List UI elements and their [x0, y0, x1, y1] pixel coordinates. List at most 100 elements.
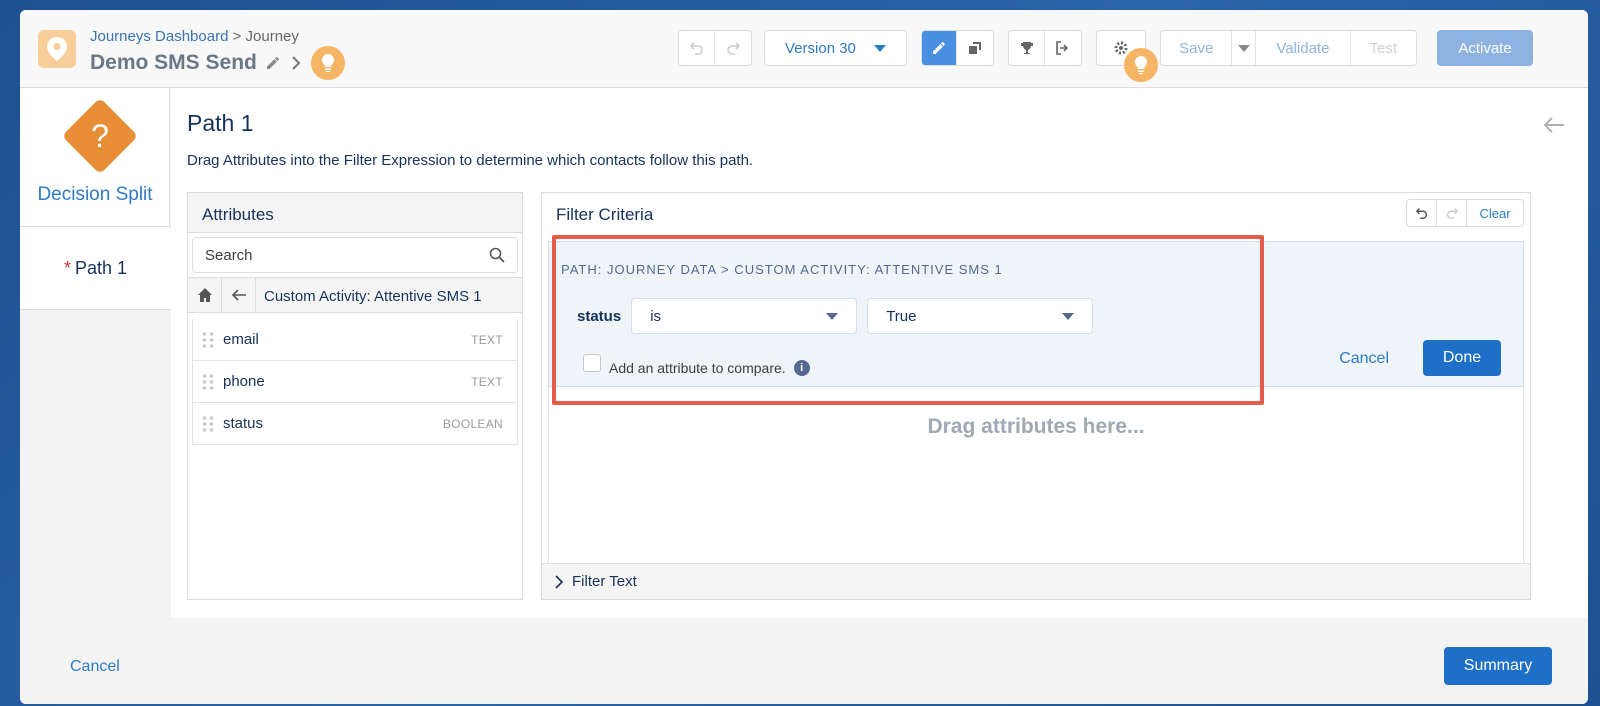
drag-hint: Drag attributes here... [927, 415, 1145, 438]
clear-button[interactable]: Clear [1467, 200, 1523, 226]
operator-select[interactable]: is [631, 298, 858, 334]
filter-title: Filter Criteria [556, 205, 654, 224]
validate-button[interactable]: Validate [1256, 31, 1351, 65]
journey-logo [38, 30, 76, 68]
summary-button[interactable]: Summary [1444, 647, 1552, 685]
journey-title: Demo SMS Send [90, 51, 257, 74]
divider [20, 226, 170, 227]
filter-redo-button[interactable] [1437, 200, 1467, 226]
filter-criteria-panel: Filter Criteria Clear PATH: JOURNEY DATA… [541, 192, 1531, 600]
breadcrumb-dashboard-link[interactable]: Journeys Dashboard [90, 28, 228, 45]
chevron-down-icon [1062, 312, 1075, 320]
copy-mode-button[interactable] [957, 31, 993, 65]
filter-text-label: Filter Text [572, 573, 637, 590]
lightbulb-hint-icon[interactable] [310, 46, 345, 80]
criteria-row: status is True [577, 298, 1094, 334]
current-folder-label: Custom Activity: Attentive SMS 1 [264, 288, 482, 305]
pencil-icon[interactable] [265, 55, 281, 71]
journey-builder-window: Journeys Dashboard > Journey Demo SMS Se… [20, 10, 1588, 704]
edit-mode-button[interactable] [922, 31, 958, 65]
criteria-cancel-link[interactable]: Cancel [1339, 350, 1389, 368]
value-select[interactable]: True [867, 298, 1094, 334]
exit-criteria-button[interactable] [1045, 31, 1081, 65]
decision-split-icon: ? [60, 96, 140, 176]
attribute-name: phone [223, 373, 265, 390]
operator-value: is [650, 307, 662, 325]
attribute-row-email[interactable]: email TEXT [192, 319, 518, 361]
sidebar-item-path-1[interactable]: * Path 1 [20, 228, 171, 310]
search-icon [489, 247, 505, 263]
chevron-right-icon[interactable] [289, 55, 303, 71]
filter-header: Filter Criteria Clear [542, 193, 1530, 233]
filter-text-toggle[interactable]: Filter Text [542, 563, 1530, 599]
compare-attribute-option: Add an attribute to compare. i [583, 354, 810, 376]
save-options-dropdown[interactable] [1232, 31, 1257, 65]
breadcrumb-separator: > [232, 28, 242, 45]
compare-attribute-checkbox[interactable] [583, 354, 601, 372]
drag-handle-icon[interactable] [201, 372, 215, 391]
drag-handle-icon[interactable] [201, 414, 215, 433]
required-mark: * [63, 258, 71, 278]
chevron-down-icon [1237, 44, 1250, 52]
rail-empty-area [20, 310, 170, 618]
back-arrow-icon[interactable] [1542, 110, 1566, 141]
undo-icon [689, 42, 703, 55]
footer-bar: Cancel Summary [20, 618, 1588, 704]
panel-divider [523, 192, 541, 600]
undo-icon [1415, 208, 1427, 219]
lightbulb-hint-icon[interactable] [1124, 48, 1158, 82]
save-validate-test-group: Save Validate Test [1160, 30, 1417, 66]
attribute-type: TEXT [471, 332, 503, 347]
test-button[interactable]: Test [1351, 31, 1416, 65]
attribute-row-phone[interactable]: phone TEXT [192, 361, 518, 403]
mode-toggle-group [921, 30, 994, 66]
exit-icon [1056, 41, 1069, 55]
location-pin-icon [47, 37, 67, 61]
attribute-row-status[interactable]: status BOOLEAN [192, 403, 518, 445]
version-label: Version 30 [785, 39, 856, 57]
back-button[interactable] [222, 278, 256, 312]
chevron-down-icon [874, 44, 886, 52]
redo-button[interactable] [715, 31, 751, 65]
home-button[interactable] [188, 278, 222, 312]
info-icon[interactable]: i [793, 360, 810, 376]
stamp-icon [969, 42, 982, 54]
undo-button[interactable] [679, 31, 716, 65]
undo-redo-group [678, 30, 752, 66]
value-value: True [886, 307, 917, 325]
activity-rail: ? Decision Split * Path 1 [20, 88, 171, 618]
attribute-nav-row: Custom Activity: Attentive SMS 1 [188, 277, 522, 313]
decision-split-label: Decision Split [37, 184, 153, 205]
filter-undo-button[interactable] [1407, 200, 1437, 226]
footer-cancel-link[interactable]: Cancel [70, 658, 120, 676]
drag-handle-icon[interactable] [201, 330, 215, 349]
path-config-panel: Path 1 Drag Attributes into the Filter E… [171, 88, 1588, 618]
attribute-type: BOOLEAN [442, 416, 503, 431]
criteria-path: PATH: JOURNEY DATA > CUSTOM ACTIVITY: AT… [561, 262, 1003, 277]
chevron-down-icon [826, 312, 839, 320]
filter-drop-zone[interactable] [548, 387, 1524, 563]
done-button[interactable]: Done [1423, 340, 1501, 376]
activate-button[interactable]: Activate [1437, 30, 1533, 66]
goal-exit-group [1008, 30, 1082, 66]
page-description: Drag Attributes into the Filter Expressi… [187, 152, 754, 169]
breadcrumb: Journeys Dashboard > Journey [90, 28, 299, 45]
version-dropdown[interactable]: Version 30 [764, 30, 907, 66]
breadcrumb-current: Journey [245, 28, 299, 45]
back-arrow-icon [231, 289, 246, 301]
attribute-type: TEXT [471, 374, 503, 389]
attributes-title: Attributes [188, 193, 522, 233]
criteria-editor: PATH: JOURNEY DATA > CUSTOM ACTIVITY: AT… [548, 241, 1524, 387]
attributes-panel: Attributes Search Custom Activity: Atten… [187, 192, 523, 600]
search-input[interactable]: Search [192, 237, 518, 273]
trophy-icon [1020, 42, 1033, 54]
compare-attribute-label: Add an attribute to compare. [609, 360, 786, 376]
goal-button[interactable] [1009, 31, 1046, 65]
chevron-right-icon [555, 574, 564, 589]
path-label: Path 1 [74, 258, 128, 278]
header-bar: Journeys Dashboard > Journey Demo SMS Se… [20, 10, 1588, 88]
filter-toolbar: Clear [1406, 199, 1524, 227]
home-icon [197, 288, 212, 302]
criteria-attribute-label: status [577, 307, 622, 325]
save-button[interactable]: Save [1161, 31, 1233, 65]
